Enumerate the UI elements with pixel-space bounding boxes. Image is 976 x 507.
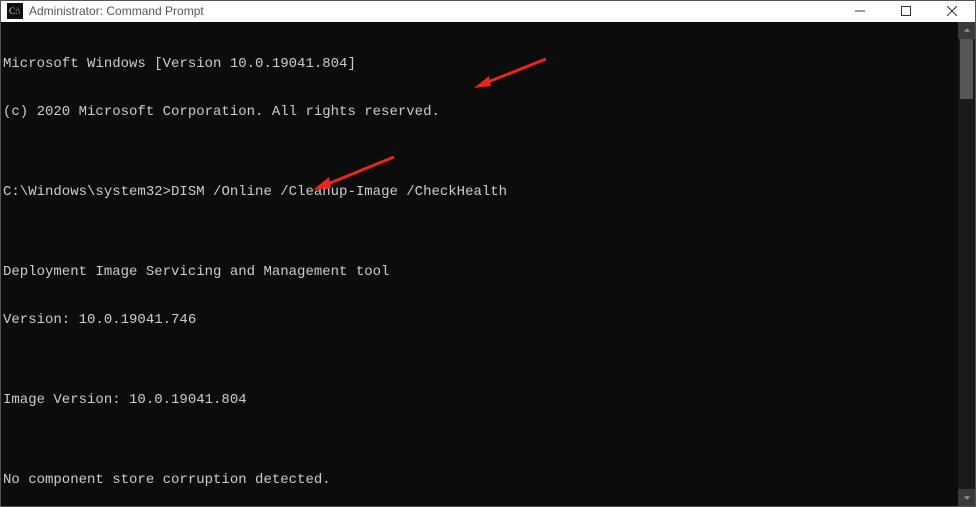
terminal-line: Image Version: 10.0.19041.804 xyxy=(3,392,956,408)
scroll-track[interactable] xyxy=(958,39,975,489)
cmd-icon: C:\ xyxy=(7,3,23,19)
terminal-line: Deployment Image Servicing and Managemen… xyxy=(3,264,956,280)
terminal-line: Version: 10.0.19041.746 xyxy=(3,312,956,328)
terminal-output[interactable]: Microsoft Windows [Version 10.0.19041.80… xyxy=(1,22,958,506)
terminal-line: No component store corruption detected. xyxy=(3,472,956,488)
maximize-button[interactable] xyxy=(883,1,929,22)
prompt-path: C:\Windows\system32> xyxy=(3,184,171,200)
window-controls xyxy=(837,1,975,22)
content-area: Microsoft Windows [Version 10.0.19041.80… xyxy=(1,22,975,506)
scroll-up-button[interactable] xyxy=(958,22,975,39)
terminal-line: (c) 2020 Microsoft Corporation. All righ… xyxy=(3,104,956,120)
vertical-scrollbar[interactable] xyxy=(958,22,975,506)
titlebar[interactable]: C:\ Administrator: Command Prompt xyxy=(1,1,975,22)
window-title: Administrator: Command Prompt xyxy=(29,4,204,18)
minimize-button[interactable] xyxy=(837,1,883,22)
close-button[interactable] xyxy=(929,1,975,22)
scroll-thumb[interactable] xyxy=(960,39,973,99)
entered-command: DISM /Online /Cleanup-Image /CheckHealth xyxy=(171,184,507,200)
terminal-prompt-line: C:\Windows\system32>DISM /Online /Cleanu… xyxy=(3,184,956,200)
scroll-down-button[interactable] xyxy=(958,489,975,506)
svg-text:C:\: C:\ xyxy=(9,6,21,16)
command-prompt-window: C:\ Administrator: Command Prompt Micros… xyxy=(0,0,976,507)
terminal-line: Microsoft Windows [Version 10.0.19041.80… xyxy=(3,56,956,72)
